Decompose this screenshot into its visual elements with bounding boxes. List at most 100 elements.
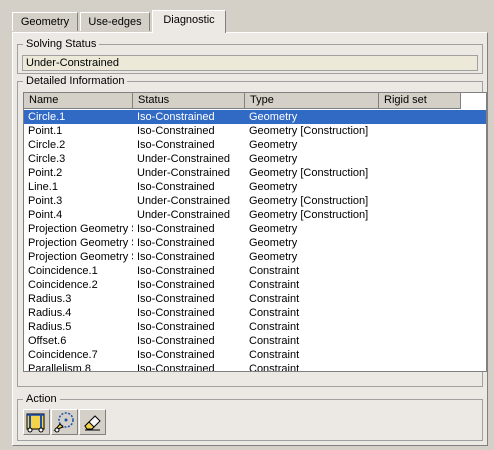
diagnostic-panel: Solving Status Under-Constrained Detaile… [12,32,488,446]
cell-status: Iso-Constrained [137,279,215,291]
detail-list[interactable]: Name Status Type Rigid set Circle.1 Iso-C… [23,92,487,372]
table-row[interactable]: Parallelism.8 Iso-Constrained Constraint [24,362,486,372]
cell-name: Offset.6 [28,335,67,347]
cell-name: Projection Geometry S [28,251,133,263]
table-row[interactable]: Point.4 Under-Constrained Geometry [Constr… [24,208,486,222]
cell-name: Coincidence.1 [28,265,98,277]
tab-diagnostic[interactable]: Diagnostic [152,10,226,33]
eraser-button[interactable] [79,409,106,435]
cell-status: Iso-Constrained [137,321,215,333]
cell-type: Constraint [249,279,300,291]
table-row[interactable]: Projection Geometry S Iso-Constrained Geom… [24,236,486,250]
eraser-icon [84,415,101,431]
cell-name: Point.3 [28,195,63,207]
cell-status: Iso-Constrained [137,363,215,372]
cell-status: Iso-Constrained [137,223,215,235]
tab-geometry[interactable]: Geometry [12,12,78,31]
cell-status: Iso-Constrained [137,293,215,305]
cell-name: Circle.2 [28,139,66,151]
cell-type: Geometry [249,181,298,193]
cell-type: Geometry [249,251,298,263]
tab-geometry-label: Geometry [20,16,70,28]
cell-name: Coincidence.2 [28,279,98,291]
cell-type: Geometry [249,139,298,151]
cell-type: Constraint [249,265,300,277]
list-header: Name Status Type Rigid set [24,93,486,109]
cell-status: Iso-Constrained [137,335,215,347]
cell-type: Geometry [249,153,298,165]
table-row[interactable]: Projection Geometry S Iso-Constrained Geom… [24,222,486,236]
cell-status: Iso-Constrained [137,111,215,123]
cell-name: Circle.1 [28,111,66,123]
cell-status: Iso-Constrained [137,349,215,361]
cell-name: Point.2 [28,167,63,179]
cell-status: Iso-Constrained [137,307,215,319]
cell-type: Geometry [Construction] [249,125,369,137]
table-row[interactable]: Line.1 Iso-Constrained Geometry [24,180,486,194]
tab-diagnostic-label: Diagnostic [163,14,215,26]
cell-status: Iso-Constrained [137,251,215,263]
table-row-selected[interactable]: Circle.1 Iso-Constrained Geometry [24,110,486,124]
cell-status: Iso-Constrained [137,181,215,193]
table-row[interactable]: Projection Geometry S Iso-Constrained Geom… [24,250,486,264]
cell-type: Constraint [249,293,300,305]
cell-name: Radius.5 [28,321,72,333]
action-title: Action [23,392,60,406]
table-row[interactable]: Point.1 Iso-Constrained Geometry [Construc… [24,124,486,138]
cell-name: Projection Geometry S [28,223,133,235]
column-header-type[interactable]: Type [245,93,379,109]
detailed-information-group: Detailed Information Name Status Type Ri… [17,74,487,387]
fix-constraints-icon [53,412,74,433]
cell-name: Projection Geometry S [28,237,133,249]
cell-type: Constraint [249,363,300,372]
cell-type: Geometry [249,223,298,235]
solving-status-title: Solving Status [23,37,100,51]
table-row[interactable]: Circle.2 Iso-Constrained Geometry [24,138,486,152]
column-header-status[interactable]: Status [133,93,245,109]
cell-status: Under-Constrained [137,195,230,207]
table-row[interactable]: Point.3 Under-Constrained Geometry [Constr… [24,194,486,208]
cell-name: Point.1 [28,125,63,137]
cell-name: Point.4 [28,209,63,221]
cell-name: Parallelism.8 [28,363,91,372]
cell-type: Geometry [249,237,298,249]
fix-constraints-button[interactable] [51,409,78,435]
table-row[interactable]: Circle.3 Under-Constrained Geometry [24,152,486,166]
table-row[interactable]: Point.2 Under-Constrained Geometry [Constr… [24,166,486,180]
cell-type: Geometry [Construction] [249,195,369,207]
column-header-rigid-set[interactable]: Rigid set [379,93,461,109]
cell-status: Iso-Constrained [137,265,215,277]
table-row[interactable]: Radius.4 Iso-Constrained Constraint [24,306,486,320]
cell-name: Line.1 [28,181,58,193]
solving-status-group: Solving Status Under-Constrained [17,37,483,74]
cell-type: Geometry [Construction] [249,209,369,221]
cell-status: Under-Constrained [137,153,230,165]
cell-status: Iso-Constrained [137,125,215,137]
tab-use-edges-label: Use-edges [88,16,142,28]
tab-use-edges[interactable]: Use-edges [80,12,150,31]
reconcile-button[interactable] [23,409,50,435]
table-row[interactable]: Coincidence.7 Iso-Constrained Constraint [24,348,486,362]
cell-type: Constraint [249,321,300,333]
solving-status-value: Under-Constrained [22,55,478,71]
cell-status: Under-Constrained [137,167,230,179]
table-row[interactable]: Coincidence.1 Iso-Constrained Constraint [24,264,486,278]
cell-name: Radius.4 [28,307,72,319]
cell-name: Radius.3 [28,293,72,305]
cell-type: Constraint [249,349,300,361]
cell-status: Under-Constrained [137,209,230,221]
table-row[interactable]: Coincidence.2 Iso-Constrained Constraint [24,278,486,292]
table-row[interactable]: Radius.5 Iso-Constrained Constraint [24,320,486,334]
action-group: Action [17,392,483,441]
detailed-information-title: Detailed Information [23,74,128,88]
cell-status: Iso-Constrained [137,139,215,151]
cell-name: Circle.3 [28,153,66,165]
cell-type: Geometry [Construction] [249,167,369,179]
cell-status: Iso-Constrained [137,237,215,249]
table-row[interactable]: Radius.3 Iso-Constrained Constraint [24,292,486,306]
cell-type: Constraint [249,307,300,319]
table-row[interactable]: Offset.6 Iso-Constrained Constraint [24,334,486,348]
column-header-name[interactable]: Name [24,93,133,109]
cell-type: Geometry [249,111,298,123]
cell-name: Coincidence.7 [28,349,98,361]
